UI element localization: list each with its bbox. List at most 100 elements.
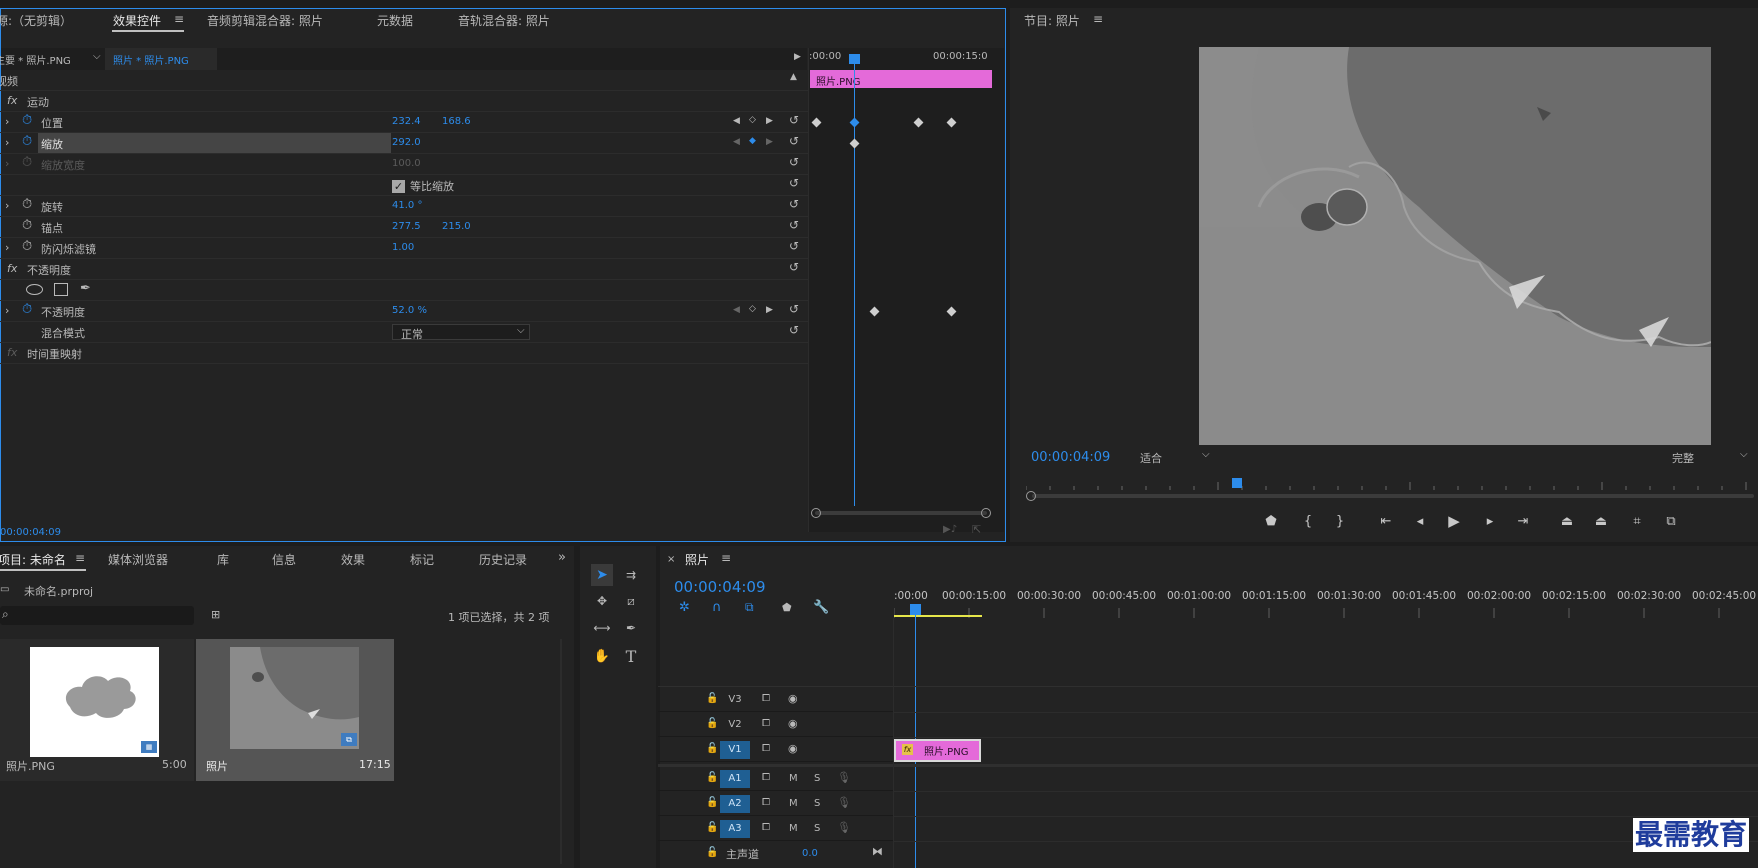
rect-mask-icon[interactable] — [54, 283, 68, 296]
reset-icon[interactable]: ↺ — [789, 260, 799, 274]
quality-select[interactable]: 完整 ⌵ — [1668, 449, 1754, 465]
mini-playhead-handle[interactable] — [849, 54, 860, 64]
lock-icon[interactable]: 🔓 — [706, 718, 718, 729]
next-keyframe-icon[interactable]: ▶ — [766, 137, 773, 147]
mini-clip[interactable]: 照片.PNG — [810, 70, 992, 88]
ellipse-mask-icon[interactable] — [26, 284, 43, 295]
search-input[interactable]: ⌕ — [0, 606, 194, 625]
prev-keyframe-icon[interactable]: ◀ — [733, 116, 740, 126]
lock-icon[interactable]: 🔓 — [706, 847, 718, 858]
tab-history[interactable]: 历史记录 — [479, 551, 527, 568]
mark-in-icon[interactable]: { — [1299, 512, 1317, 530]
keyframe-marker[interactable] — [946, 306, 957, 317]
reset-icon[interactable]: ↺ — [789, 218, 799, 232]
go-to-in-icon[interactable]: ⇤ — [1377, 512, 1395, 530]
expand-chevron-icon[interactable]: › — [5, 136, 9, 149]
mute-button[interactable]: M — [789, 823, 798, 834]
clip-master-label[interactable]: 主要 * 照片.PNG — [0, 52, 71, 67]
rotation-value[interactable]: 41.0 ° — [392, 200, 422, 211]
scroll-handle-left[interactable] — [811, 508, 821, 518]
panel-menu-icon[interactable]: ≡ — [1093, 12, 1103, 26]
ripple-edit-tool-icon[interactable]: ✥ — [591, 590, 613, 612]
next-keyframe-icon[interactable]: ▶ — [766, 305, 773, 315]
tab-markers[interactable]: 标记 — [410, 551, 434, 568]
reset-icon[interactable]: ↺ — [789, 113, 799, 127]
microphone-icon[interactable]: 🎙 — [837, 821, 851, 834]
play-only-icon[interactable]: ▶ — [794, 52, 801, 62]
sync-lock-icon[interactable]: ⧠ — [762, 743, 770, 754]
tab-audio-track-mixer[interactable]: 音轨混合器: 照片 — [458, 12, 550, 29]
bin-item-selected[interactable]: ⧉ 照片 17:15 — [196, 639, 394, 781]
timeline-timecode[interactable]: 00:00:04:09 — [674, 578, 766, 596]
type-tool-icon[interactable]: T — [620, 645, 642, 667]
keyframe-marker[interactable] — [849, 117, 860, 128]
microphone-icon[interactable]: 🎙 — [837, 796, 851, 809]
reset-icon[interactable]: ↺ — [789, 239, 799, 253]
uniform-scale-checkbox[interactable]: ✓ — [392, 180, 405, 193]
mute-button[interactable]: M — [789, 773, 798, 784]
lock-icon[interactable]: 🔓 — [706, 772, 718, 783]
track-label-v1[interactable]: V1 — [720, 741, 750, 759]
flicker-value[interactable]: 1.00 — [392, 242, 414, 253]
selection-tool-icon[interactable]: ➤ — [591, 564, 613, 586]
program-scroll-track[interactable] — [1032, 494, 1754, 498]
tab-metadata[interactable]: 元数据 — [377, 12, 413, 29]
track-select-tool-icon[interactable]: ⇉ — [620, 564, 642, 586]
row-uniform-scale[interactable]: ✓ 等比缩放 ↺ — [0, 175, 808, 196]
lock-icon[interactable]: 🔓 — [706, 797, 718, 808]
mini-scrollbar[interactable] — [815, 511, 987, 515]
compare-view-icon[interactable]: ⧉ — [1662, 512, 1680, 530]
sync-lock-icon[interactable]: ⧠ — [762, 797, 770, 808]
wrench-icon[interactable]: 🔧 — [813, 600, 829, 615]
eye-icon[interactable]: ◉ — [788, 742, 798, 755]
position-x-value[interactable]: 232.4 — [392, 116, 421, 127]
more-tabs-icon[interactable]: » — [558, 550, 566, 565]
program-timecode[interactable]: 00:00:04:09 — [1031, 450, 1110, 465]
next-keyframe-icon[interactable]: ▶ — [766, 116, 773, 126]
camera-icon[interactable]: ⌗ — [1628, 512, 1646, 530]
step-forward-icon[interactable]: ▸ — [1481, 512, 1499, 530]
expand-chevron-icon[interactable]: › — [5, 199, 9, 212]
add-marker-icon[interactable]: ⬟ — [782, 601, 792, 614]
track-label-a2[interactable]: A2 — [720, 795, 750, 813]
extract-icon[interactable]: ⏏ — [1592, 512, 1610, 530]
solo-button[interactable]: S — [814, 798, 820, 809]
tab-menu-icon[interactable]: ≡ — [75, 551, 85, 565]
mark-out-icon[interactable]: } — [1331, 512, 1349, 530]
reset-icon[interactable]: ↺ — [789, 155, 799, 169]
razor-tool-icon[interactable]: ⧄ — [620, 590, 642, 612]
go-to-end-icon[interactable]: ⧓ — [872, 845, 883, 858]
chevron-down-icon[interactable]: ⌵ — [93, 51, 101, 62]
sync-lock-icon[interactable]: ⧠ — [762, 693, 770, 704]
effect-controls-timecode[interactable]: 00:00:04:09 — [0, 527, 61, 538]
solo-button[interactable]: S — [814, 823, 820, 834]
stopwatch-icon[interactable]: ⏱ — [22, 218, 32, 233]
bin-item[interactable]: ▦ 照片.PNG 5:00 — [0, 639, 194, 781]
solo-button[interactable]: S — [814, 773, 820, 784]
new-search-bin-icon[interactable]: ⊞ — [211, 608, 220, 621]
row-position[interactable]: › ⏱ 位置 232.4 168.6 ◀ ◇ ▶ ↺ — [0, 112, 808, 133]
lock-icon[interactable]: 🔓 — [706, 743, 718, 754]
prev-keyframe-icon[interactable]: ◀ — [733, 137, 740, 147]
tab-effects[interactable]: 效果 — [341, 551, 365, 568]
track-label-a1[interactable]: A1 — [720, 770, 750, 788]
tab-menu-icon[interactable]: ≡ — [174, 12, 184, 26]
stopwatch-icon[interactable]: ⏱ — [22, 134, 32, 149]
blend-mode-select[interactable]: 正常 ⌵ — [392, 324, 530, 341]
eye-icon[interactable]: ◉ — [788, 692, 798, 705]
export-icon[interactable]: ⇱ — [972, 523, 981, 536]
linked-selection-icon[interactable]: ⧉ — [745, 600, 754, 615]
program-scroll-handle[interactable] — [1026, 491, 1036, 501]
panel-menu-icon[interactable]: ≡ — [721, 551, 731, 565]
scale-value[interactable]: 292.0 — [392, 137, 421, 148]
stopwatch-icon[interactable]: ⏱ — [22, 239, 32, 254]
step-back-icon[interactable]: ◂ — [1411, 512, 1429, 530]
fit-select[interactable]: 适合 ⌵ — [1136, 449, 1220, 465]
prev-keyframe-icon[interactable]: ◀ — [733, 305, 740, 315]
timeline-playhead-handle[interactable] — [910, 604, 921, 615]
anchor-y-value[interactable]: 215.0 — [442, 221, 471, 232]
track-label-v3[interactable]: V3 — [720, 691, 750, 709]
reset-icon[interactable]: ↺ — [789, 197, 799, 211]
scroll-handle-right[interactable] — [981, 508, 991, 518]
add-keyframe-icon[interactable]: ◇ — [749, 304, 756, 314]
